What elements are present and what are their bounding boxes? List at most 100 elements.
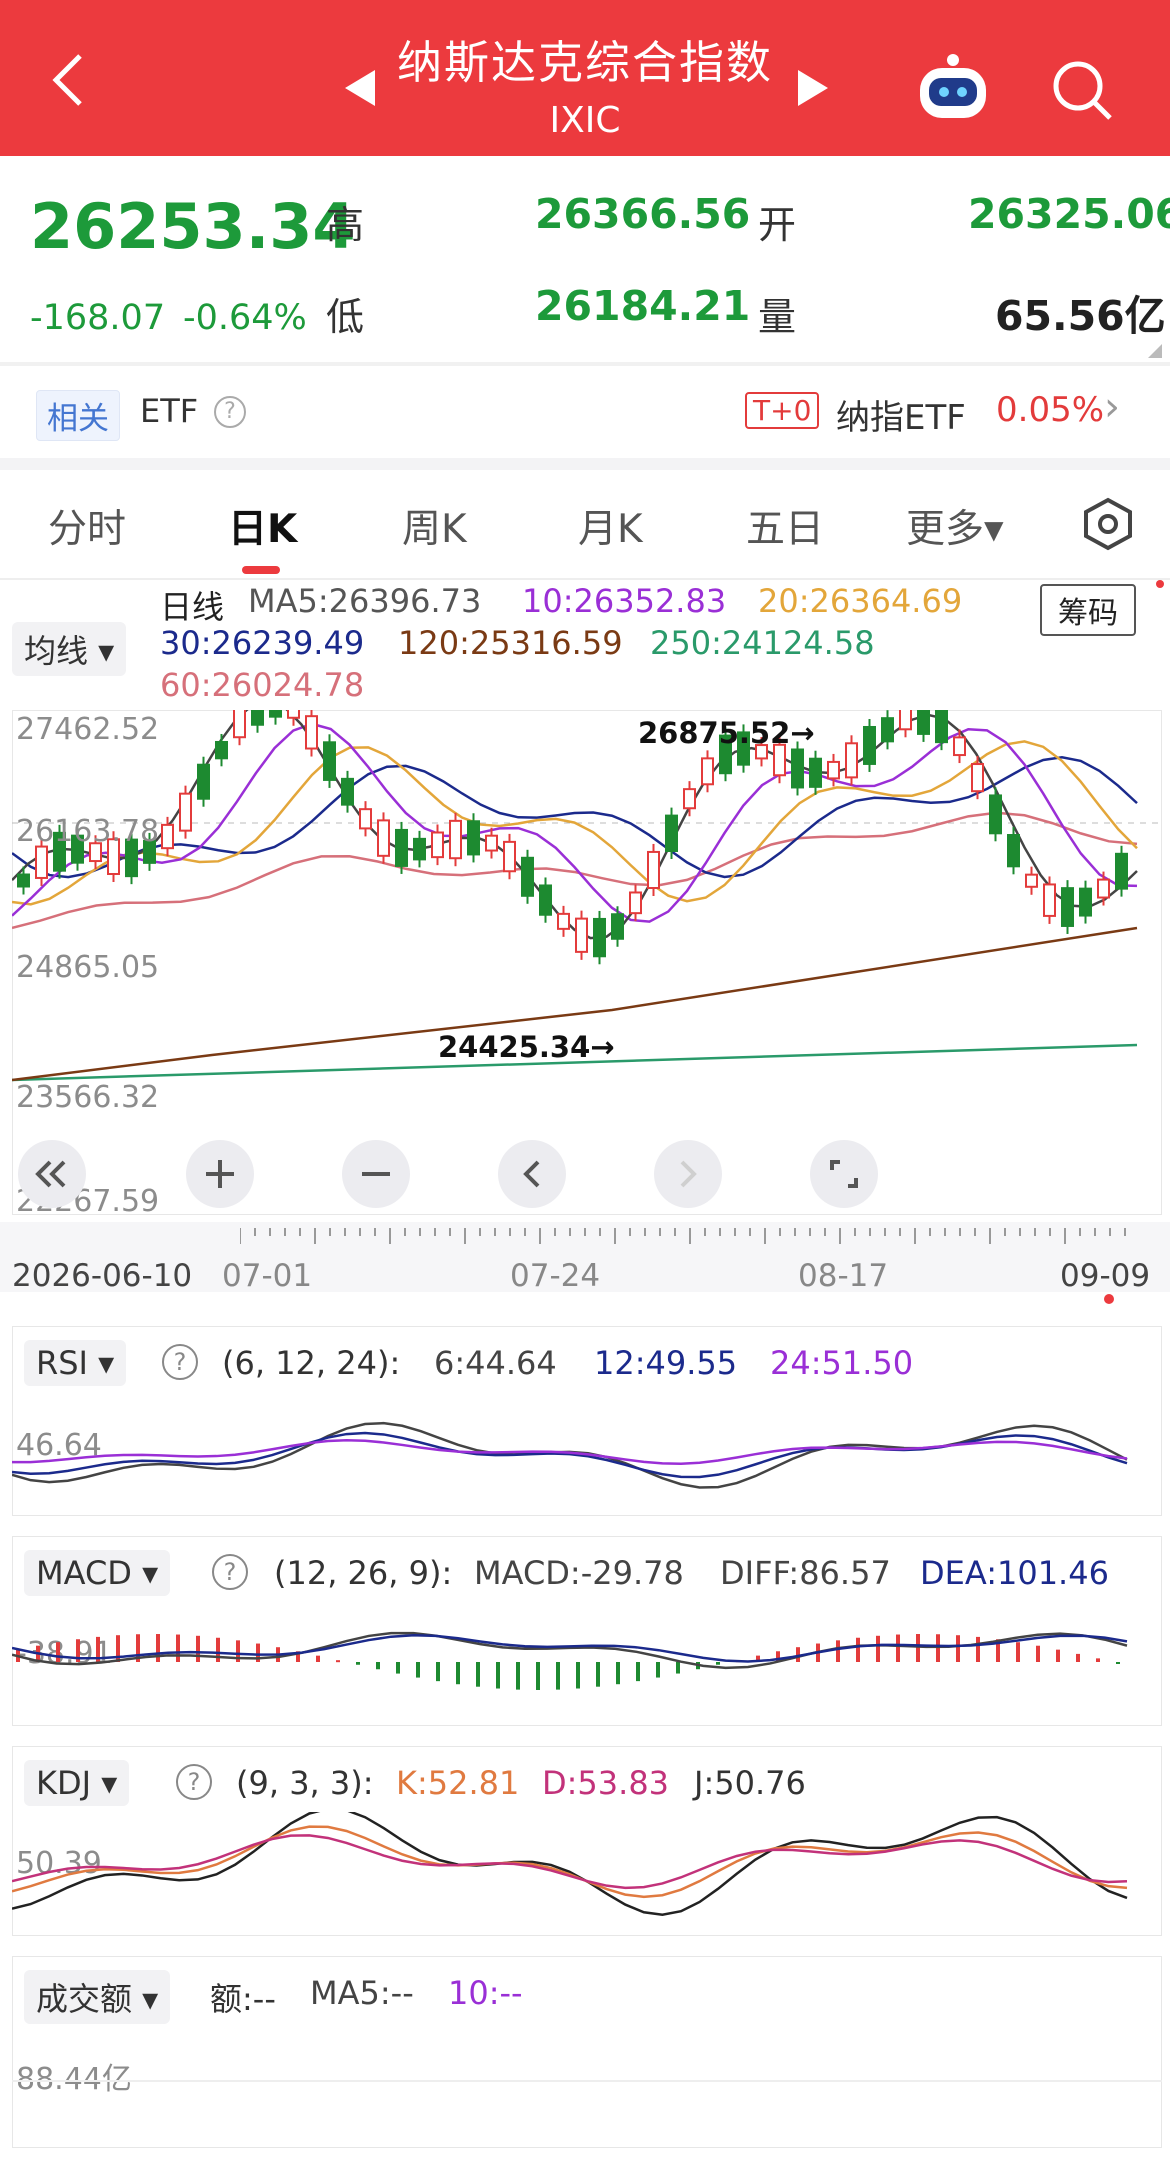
macd-bar [576,1662,580,1689]
rsi24-line [12,1438,1128,1466]
kline-y-label: 24865.05 [16,950,160,985]
candlestick [539,884,552,916]
macd-chart [12,1631,1128,1690]
rsi-help-icon[interactable]: ? [162,1344,198,1380]
kdj-help-icon[interactable]: ? [176,1764,212,1800]
candlestick [683,788,696,810]
tab-daily-k[interactable]: 日K [228,498,297,554]
candlestick [269,710,282,718]
macd-bar [416,1662,420,1678]
t0-tag: T+0 [745,392,820,429]
candlestick [665,814,678,852]
turnover-amount: 额:-- [210,1980,276,2018]
macd-selector[interactable]: MACD ▾ [24,1550,171,1596]
macd-bar [676,1662,680,1674]
macd-bar [1056,1649,1060,1662]
macd-params: (12, 26, 9): [274,1554,453,1592]
macd-bar [336,1660,340,1663]
etf-fund-name[interactable]: 纳指ETF [836,390,966,439]
ma30-value: 30:26239.49 [160,624,365,662]
candlestick [341,777,354,806]
macd-bar [1036,1645,1040,1662]
ma-selector[interactable]: 均线 ▾ [12,622,127,676]
x-label: 2026-06-10 [12,1258,193,1294]
candlestick [1097,878,1110,899]
j-value: J:50.76 [694,1764,806,1802]
macd-bar [556,1662,560,1690]
ma60-value: 60:26024.78 [160,666,365,704]
candlestick [359,808,372,830]
divider [0,458,1170,470]
macd-bar [476,1662,480,1687]
kdj-selector[interactable]: KDJ ▾ [24,1760,130,1806]
candlestick [503,840,516,873]
candlestick [197,763,210,800]
kline-y-label: 23566.32 [16,1080,160,1115]
ma20-value: 20:26364.69 [758,582,963,620]
macd-bar [376,1662,380,1670]
tab-five-day[interactable]: 五日 [746,498,824,554]
candlestick [557,912,570,930]
candlestick [287,710,300,719]
tab-monthly-k[interactable]: 月K [578,498,643,554]
macd-bar [656,1662,660,1678]
macd-bar [716,1662,720,1665]
rsi-chart [12,1421,1128,1489]
turnover-selector[interactable]: 成交额 ▾ [24,1970,171,2024]
candlestick [953,736,966,757]
kdj-params: (9, 3, 3): [236,1764,374,1802]
kdj-chart [12,1812,1128,1917]
low-value: 26184.21 [535,282,751,330]
divider [0,578,1170,580]
help-icon[interactable]: ? [214,396,246,428]
macd-bar [836,1640,840,1662]
candlestick [917,710,930,735]
scroll-left-double-icon[interactable] [18,1140,86,1208]
macd-bar [316,1655,320,1662]
ma5-value: MA5:26396.73 [248,582,482,620]
zoom-in-icon[interactable] [186,1140,254,1208]
candlestick [485,834,498,852]
fullscreen-icon[interactable] [810,1140,878,1208]
candlestick [35,845,48,879]
macd-bar [516,1662,520,1690]
macd-bar [1096,1658,1100,1662]
macd-help-icon[interactable]: ? [212,1554,248,1590]
j-line [12,1812,1128,1917]
rsi-params: (6, 12, 24): [222,1344,401,1382]
macd-bar [496,1662,500,1689]
notification-dot [1156,580,1164,588]
turnover-panel[interactable] [12,1956,1162,2148]
step-right-icon[interactable] [654,1140,722,1208]
kline-chart[interactable] [12,710,1162,1215]
time-axis-ticks [240,1228,1126,1244]
robot-assistant-icon[interactable] [912,52,994,124]
rsi-selector[interactable]: RSI ▾ [24,1340,127,1386]
index-code: IXIC [549,100,621,141]
step-left-icon[interactable] [498,1140,566,1208]
tab-weekly-k[interactable]: 周K [402,498,467,554]
macd-bar [216,1637,220,1662]
macd-bar [1076,1653,1080,1662]
etf-fund-change: 0.05% [996,390,1105,430]
expand-corner-icon[interactable] [1148,344,1162,358]
tab-intraday[interactable]: 分时 [48,498,126,554]
candlestick [521,856,534,897]
period-low-marker: 24425.34→ [438,1030,615,1064]
divider [0,362,1170,366]
kline-y-label: 27462.52 [16,712,160,747]
candlestick [989,794,1002,835]
chevron-right-icon[interactable]: › [1104,384,1120,430]
macd-bar [436,1662,440,1682]
high-label: 高 [326,203,365,247]
x-label: 07-01 [222,1258,313,1294]
kline-y-label: 26163.78 [16,814,160,849]
macd-bar [396,1662,400,1674]
settings-hexagon-icon[interactable] [1080,496,1136,552]
chip-distribution-button[interactable]: 筹码 [1040,584,1136,636]
period-high-marker: 26875.52→ [638,716,815,750]
search-icon[interactable] [1050,58,1116,124]
zoom-out-icon[interactable] [342,1140,410,1208]
candlestick [971,763,984,793]
tab-more[interactable]: 更多▾ [906,498,1004,554]
